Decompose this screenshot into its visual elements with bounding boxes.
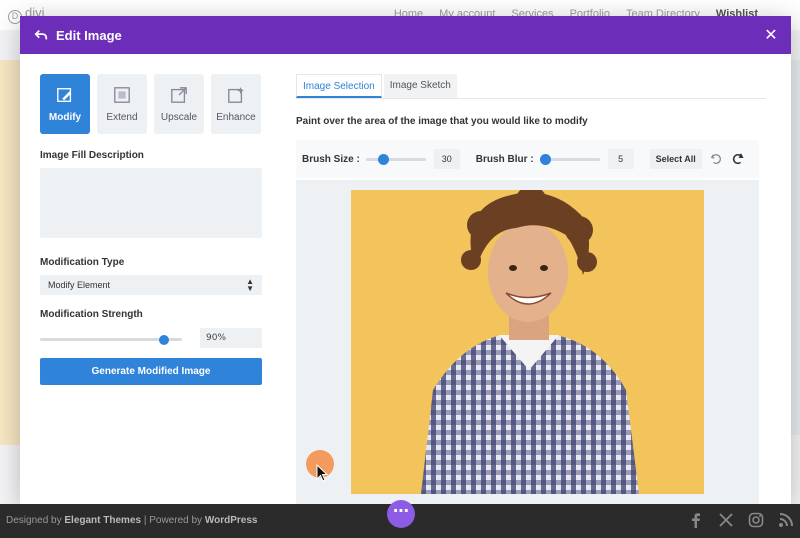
- instagram-icon[interactable]: [748, 512, 764, 528]
- brush-size-slider[interactable]: [365, 153, 426, 165]
- redo-icon[interactable]: [732, 153, 744, 165]
- strength-slider-thumb[interactable]: [158, 334, 169, 345]
- strength-value[interactable]: 90%: [200, 328, 262, 348]
- modification-type-label: Modification Type: [40, 257, 125, 268]
- left-panel: Modify Extend Upscale Enhance Image Fill…: [40, 74, 262, 385]
- person-photo-image: [421, 190, 639, 494]
- footer-wordpress-link[interactable]: WordPress: [205, 515, 258, 526]
- edit-image-modal: Edit Image ✕ Modify Extend Upscale Enhan…: [20, 16, 791, 504]
- brush-toolbar: Brush Size : 30 Brush Blur : 5 Select Al…: [296, 140, 759, 178]
- footer-designed-by: Designed by: [6, 515, 62, 526]
- modal-title: Edit Image: [56, 27, 122, 43]
- mouse-pointer-icon: [316, 464, 329, 482]
- background-strip-left: [0, 60, 20, 445]
- brush-size-thumb[interactable]: [377, 153, 389, 165]
- rss-icon[interactable]: [778, 512, 794, 528]
- generate-modified-image-button[interactable]: Generate Modified Image: [40, 358, 262, 385]
- mode-label-enhance: Enhance: [216, 111, 256, 123]
- modification-strength-label: Modification Strength: [40, 309, 143, 320]
- modal-header: Edit Image ✕: [20, 16, 791, 54]
- x-icon[interactable]: [718, 512, 734, 528]
- mode-label-modify: Modify: [48, 111, 82, 123]
- modification-type-select[interactable]: Modify Element ▲ ▼: [40, 275, 262, 295]
- strength-slider[interactable]: [40, 334, 182, 345]
- mode-label-extend: Extend: [106, 111, 138, 123]
- facebook-icon[interactable]: [688, 512, 704, 528]
- instruction-text: Paint over the area of the image that yo…: [296, 116, 588, 127]
- editable-photo[interactable]: [351, 190, 704, 494]
- tab-image-selection[interactable]: Image Selection: [296, 74, 382, 98]
- select-arrows-icon: ▲ ▼: [246, 277, 254, 293]
- footer-powered-by: | Powered by: [141, 515, 203, 526]
- enhance-icon: [228, 86, 245, 103]
- right-panel: Image Selection Image Sketch Paint over …: [296, 74, 766, 504]
- tab-image-sketch[interactable]: Image Sketch: [383, 74, 457, 98]
- mode-tab-enhance[interactable]: Enhance: [211, 74, 261, 134]
- select-all-button[interactable]: Select All: [649, 149, 702, 169]
- upscale-icon: [171, 86, 187, 103]
- brush-blur-label: Brush Blur :: [475, 153, 534, 165]
- view-tabs: Image Selection Image Sketch: [296, 74, 766, 99]
- brush-blur-slider[interactable]: [539, 153, 600, 165]
- social-links: [688, 512, 794, 528]
- modify-icon: [57, 87, 72, 102]
- fill-description-label: Image Fill Description: [40, 150, 144, 161]
- mode-tabs: Modify Extend Upscale Enhance: [40, 74, 262, 134]
- footer-credits: Designed by Elegant Themes | Powered by …: [6, 515, 257, 526]
- brush-blur-value[interactable]: 5: [607, 149, 634, 169]
- undo-icon[interactable]: [710, 153, 722, 165]
- modification-type-value: Modify Element: [48, 280, 111, 290]
- mode-label-upscale: Upscale: [160, 111, 198, 123]
- brush-size-label: Brush Size :: [302, 153, 360, 165]
- background-strip-right: [790, 60, 800, 435]
- close-icon[interactable]: ✕: [763, 27, 779, 43]
- mode-tab-modify[interactable]: Modify: [40, 74, 90, 134]
- extend-icon: [114, 86, 130, 103]
- footer-elegant-link[interactable]: Elegant Themes: [64, 515, 141, 526]
- back-arrow-icon[interactable]: [34, 28, 48, 42]
- mode-tab-upscale[interactable]: Upscale: [154, 74, 204, 134]
- mode-tab-extend[interactable]: Extend: [97, 74, 147, 134]
- more-options-button[interactable]: ⋯: [387, 500, 415, 528]
- fill-description-input[interactable]: [40, 168, 262, 238]
- brush-size-value[interactable]: 30: [433, 149, 460, 169]
- brush-blur-thumb[interactable]: [539, 153, 551, 165]
- image-canvas[interactable]: [296, 180, 759, 504]
